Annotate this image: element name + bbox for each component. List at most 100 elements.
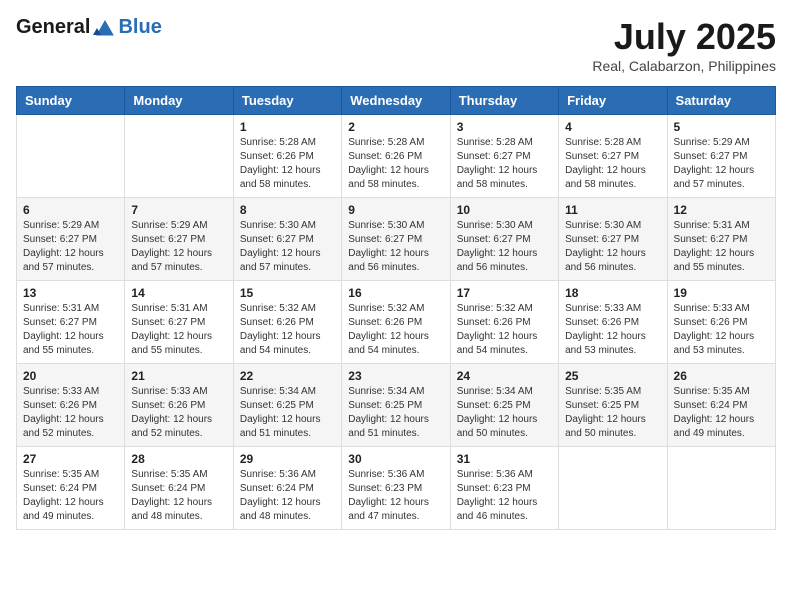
week-row-4: 20 Sunrise: 5:33 AMSunset: 6:26 PMDayligh… xyxy=(17,364,776,447)
day-number: 25 xyxy=(565,369,660,383)
day-info: Sunrise: 5:33 AMSunset: 6:26 PMDaylight:… xyxy=(674,302,769,358)
day-number: 10 xyxy=(457,203,552,217)
day-cell: 5 Sunrise: 5:29 AMSunset: 6:27 PMDaylight… xyxy=(667,115,775,198)
day-number: 21 xyxy=(131,369,226,383)
month-title: July 2025 xyxy=(592,16,776,58)
day-number: 11 xyxy=(565,203,660,217)
day-cell: 31Sunrise: 5:36 AMSunset: 6:23 PMDayligh… xyxy=(450,447,558,530)
day-info: Sunrise: 5:32 AMSunset: 6:26 PMDaylight:… xyxy=(240,302,335,358)
day-cell: 21 Sunrise: 5:33 AMSunset: 6:26 PMDayligh… xyxy=(125,364,233,447)
day-cell xyxy=(559,447,667,530)
day-cell: 16 Sunrise: 5:32 AMSunset: 6:26 PMDayligh… xyxy=(342,281,450,364)
day-number: 23 xyxy=(348,369,443,383)
day-cell: 13 Sunrise: 5:31 AMSunset: 6:27 PMDayligh… xyxy=(17,281,125,364)
week-row-2: 6 Sunrise: 5:29 AMSunset: 6:27 PMDaylight… xyxy=(17,198,776,281)
day-cell: 26 Sunrise: 5:35 AMSunset: 6:24 PMDayligh… xyxy=(667,364,775,447)
day-info: Sunrise: 5:32 AMSunset: 6:26 PMDaylight:… xyxy=(457,302,552,358)
day-cell: 9 Sunrise: 5:30 AMSunset: 6:27 PMDaylight… xyxy=(342,198,450,281)
day-number: 13 xyxy=(23,286,118,300)
day-cell: 14 Sunrise: 5:31 AMSunset: 6:27 PMDayligh… xyxy=(125,281,233,364)
day-cell: 8 Sunrise: 5:30 AMSunset: 6:27 PMDaylight… xyxy=(233,198,341,281)
day-number: 22 xyxy=(240,369,335,383)
day-info: Sunrise: 5:31 AMSunset: 6:27 PMDaylight:… xyxy=(674,219,769,275)
weekday-header-friday: Friday xyxy=(559,87,667,115)
day-number: 19 xyxy=(674,286,769,300)
day-cell: 10 Sunrise: 5:30 AMSunset: 6:27 PMDayligh… xyxy=(450,198,558,281)
day-cell: 30 Sunrise: 5:36 AMSunset: 6:23 PMDayligh… xyxy=(342,447,450,530)
location: Real, Calabarzon, Philippines xyxy=(592,58,776,74)
day-number: 20 xyxy=(23,369,118,383)
day-cell: 4Sunrise: 5:28 AMSunset: 6:27 PMDaylight… xyxy=(559,115,667,198)
day-number: 8 xyxy=(240,203,335,217)
day-info: Sunrise: 5:36 AMSunset: 6:24 PMDaylight:… xyxy=(240,468,335,524)
day-number: 30 xyxy=(348,452,443,466)
day-info: Sunrise: 5:35 AMSunset: 6:24 PMDaylight:… xyxy=(674,385,769,441)
day-info: Sunrise: 5:34 AMSunset: 6:25 PMDaylight:… xyxy=(457,385,552,441)
day-info: Sunrise: 5:29 AMSunset: 6:27 PMDaylight:… xyxy=(131,219,226,275)
day-info: Sunrise: 5:30 AMSunset: 6:27 PMDaylight:… xyxy=(457,219,552,275)
day-info: Sunrise: 5:30 AMSunset: 6:27 PMDaylight:… xyxy=(240,219,335,275)
day-number: 28 xyxy=(131,452,226,466)
day-cell xyxy=(667,447,775,530)
day-cell xyxy=(17,115,125,198)
day-number: 16 xyxy=(348,286,443,300)
day-info: Sunrise: 5:31 AMSunset: 6:27 PMDaylight:… xyxy=(131,302,226,358)
day-number: 4 xyxy=(565,120,660,134)
day-number: 15 xyxy=(240,286,335,300)
day-info: Sunrise: 5:30 AMSunset: 6:27 PMDaylight:… xyxy=(565,219,660,275)
day-info: Sunrise: 5:36 AMSunset: 6:23 PMDaylight:… xyxy=(348,468,443,524)
day-info: Sunrise: 5:33 AMSunset: 6:26 PMDaylight:… xyxy=(565,302,660,358)
page-header: General Blue July 2025 Real, Calabarzon,… xyxy=(16,16,776,74)
day-info: Sunrise: 5:28 AMSunset: 6:26 PMDaylight:… xyxy=(348,136,443,192)
day-cell: 6Sunrise: 5:29 AMSunset: 6:27 PMDaylight… xyxy=(17,198,125,281)
day-cell: 1 Sunrise: 5:28 AMSunset: 6:26 PMDaylight… xyxy=(233,115,341,198)
day-number: 18 xyxy=(565,286,660,300)
day-cell: 2 Sunrise: 5:28 AMSunset: 6:26 PMDaylight… xyxy=(342,115,450,198)
day-number: 1 xyxy=(240,120,335,134)
day-info: Sunrise: 5:29 AMSunset: 6:27 PMDaylight:… xyxy=(674,136,769,192)
weekday-header-tuesday: Tuesday xyxy=(233,87,341,115)
day-info: Sunrise: 5:32 AMSunset: 6:26 PMDaylight:… xyxy=(348,302,443,358)
day-cell: 24 Sunrise: 5:34 AMSunset: 6:25 PMDayligh… xyxy=(450,364,558,447)
day-number: 14 xyxy=(131,286,226,300)
day-number: 6 xyxy=(23,203,118,217)
day-info: Sunrise: 5:33 AMSunset: 6:26 PMDaylight:… xyxy=(23,385,118,441)
day-cell: 17 Sunrise: 5:32 AMSunset: 6:26 PMDayligh… xyxy=(450,281,558,364)
day-number: 2 xyxy=(348,120,443,134)
logo: General Blue xyxy=(16,16,162,39)
day-info: Sunrise: 5:33 AMSunset: 6:26 PMDaylight:… xyxy=(131,385,226,441)
weekday-header-wednesday: Wednesday xyxy=(342,87,450,115)
day-cell: 7Sunrise: 5:29 AMSunset: 6:27 PMDaylight… xyxy=(125,198,233,281)
day-cell: 29 Sunrise: 5:36 AMSunset: 6:24 PMDayligh… xyxy=(233,447,341,530)
logo-general-text: General xyxy=(16,16,90,39)
day-info: Sunrise: 5:34 AMSunset: 6:25 PMDaylight:… xyxy=(348,385,443,441)
day-number: 31 xyxy=(457,452,552,466)
weekday-header-sunday: Sunday xyxy=(17,87,125,115)
title-section: July 2025 Real, Calabarzon, Philippines xyxy=(592,16,776,74)
day-number: 17 xyxy=(457,286,552,300)
week-row-5: 27 Sunrise: 5:35 AMSunset: 6:24 PMDayligh… xyxy=(17,447,776,530)
weekday-header-monday: Monday xyxy=(125,87,233,115)
day-cell: 22 Sunrise: 5:34 AMSunset: 6:25 PMDayligh… xyxy=(233,364,341,447)
day-info: Sunrise: 5:31 AMSunset: 6:27 PMDaylight:… xyxy=(23,302,118,358)
day-info: Sunrise: 5:28 AMSunset: 6:27 PMDaylight:… xyxy=(457,136,552,192)
day-number: 12 xyxy=(674,203,769,217)
weekday-header-thursday: Thursday xyxy=(450,87,558,115)
week-row-3: 13 Sunrise: 5:31 AMSunset: 6:27 PMDayligh… xyxy=(17,281,776,364)
day-cell: 18 Sunrise: 5:33 AMSunset: 6:26 PMDayligh… xyxy=(559,281,667,364)
day-number: 27 xyxy=(23,452,118,466)
day-cell: 28 Sunrise: 5:35 AMSunset: 6:24 PMDayligh… xyxy=(125,447,233,530)
day-number: 26 xyxy=(674,369,769,383)
day-info: Sunrise: 5:30 AMSunset: 6:27 PMDaylight:… xyxy=(348,219,443,275)
day-info: Sunrise: 5:28 AMSunset: 6:26 PMDaylight:… xyxy=(240,136,335,192)
day-number: 29 xyxy=(240,452,335,466)
day-info: Sunrise: 5:35 AMSunset: 6:25 PMDaylight:… xyxy=(565,385,660,441)
day-number: 5 xyxy=(674,120,769,134)
day-info: Sunrise: 5:34 AMSunset: 6:25 PMDaylight:… xyxy=(240,385,335,441)
day-info: Sunrise: 5:35 AMSunset: 6:24 PMDaylight:… xyxy=(131,468,226,524)
day-number: 9 xyxy=(348,203,443,217)
day-number: 24 xyxy=(457,369,552,383)
day-cell: 19 Sunrise: 5:33 AMSunset: 6:26 PMDayligh… xyxy=(667,281,775,364)
day-number: 3 xyxy=(457,120,552,134)
day-cell: 25 Sunrise: 5:35 AMSunset: 6:25 PMDayligh… xyxy=(559,364,667,447)
